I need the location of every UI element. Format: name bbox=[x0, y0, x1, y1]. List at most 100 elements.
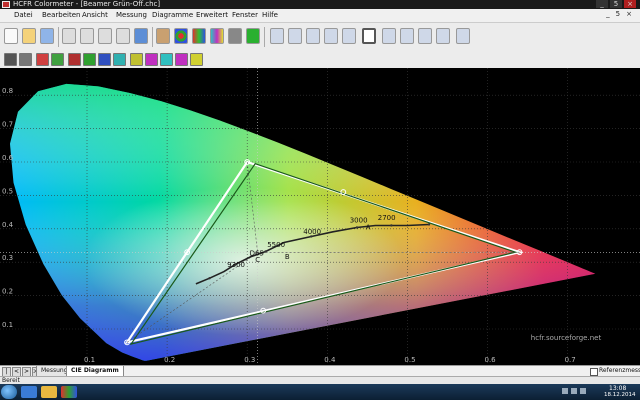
tray-volume-icon[interactable] bbox=[580, 388, 586, 394]
taskbar-explorer-icon[interactable] bbox=[41, 386, 57, 398]
clock-time: 13:08 bbox=[609, 385, 627, 392]
x-tick-label: 0.4 bbox=[324, 356, 336, 364]
primaries-icon[interactable] bbox=[192, 28, 206, 44]
menu-diagramme[interactable]: Diagramme bbox=[152, 9, 193, 22]
cut-icon[interactable] bbox=[62, 28, 76, 44]
x-tick-label: 0.5 bbox=[404, 356, 415, 364]
menu-bar: Datei Bearbeiten Ansicht Messung Diagram… bbox=[0, 9, 640, 23]
secondaries-icon[interactable] bbox=[210, 28, 224, 44]
clock-date: 18.12.2014 bbox=[604, 392, 636, 398]
cct-label: 9300 bbox=[227, 261, 245, 269]
mdi-restore-button[interactable]: 5 bbox=[616, 10, 620, 18]
taskbar-ie-icon[interactable] bbox=[21, 386, 37, 398]
pattern-icon-10[interactable] bbox=[145, 53, 158, 66]
chart-view-icon-8[interactable] bbox=[418, 28, 432, 44]
x-tick-label: 0.2 bbox=[164, 356, 175, 364]
cct-label: B bbox=[285, 253, 290, 261]
maximize-button[interactable]: 5 bbox=[610, 0, 622, 8]
mdi-minimize-button[interactable]: _ bbox=[606, 10, 610, 18]
planckian-point bbox=[390, 224, 393, 227]
open-folder-icon[interactable] bbox=[22, 28, 36, 44]
y-tick-label: 0.4 bbox=[2, 221, 14, 229]
planckian-point bbox=[208, 277, 211, 280]
main-toolbar bbox=[0, 23, 640, 52]
chart-view-icon-2[interactable] bbox=[288, 28, 302, 44]
menu-ansicht[interactable]: Ansicht bbox=[82, 9, 108, 22]
pattern-icon-9[interactable] bbox=[130, 53, 143, 66]
chart-view-icon-7[interactable] bbox=[400, 28, 414, 44]
pattern-icon-1[interactable] bbox=[4, 53, 17, 66]
x-tick-label: 0.7 bbox=[565, 356, 576, 364]
menu-hilfe[interactable]: Hilfe bbox=[262, 9, 278, 22]
toolbar-separator bbox=[264, 27, 265, 47]
undo-icon[interactable] bbox=[116, 28, 130, 44]
taskbar-hcfr-icon[interactable] bbox=[61, 386, 77, 398]
x-tick-label: 0.1 bbox=[84, 356, 95, 364]
menu-bearbeiten[interactable]: Bearbeiten bbox=[42, 9, 80, 22]
system-tray bbox=[562, 388, 586, 394]
title-bar: HCFR Colormeter - [Beamer Grün-Off.chc] … bbox=[0, 0, 640, 9]
toolbar-separator bbox=[152, 27, 153, 47]
windows-taskbar: 13:08 18.12.2014 bbox=[0, 384, 640, 400]
app-icon bbox=[2, 1, 10, 8]
y-tick-label: 0.8 bbox=[2, 87, 13, 95]
pattern-icon-4[interactable] bbox=[51, 53, 64, 66]
menu-fenster[interactable]: Fenster bbox=[232, 9, 258, 22]
pattern-icon-5[interactable] bbox=[68, 53, 81, 66]
cct-label: C bbox=[255, 256, 260, 264]
play-icon[interactable] bbox=[246, 28, 260, 44]
mdi-controls: _ 5 × bbox=[606, 10, 632, 18]
y-tick-label: 0.3 bbox=[2, 254, 13, 262]
tray-network-icon[interactable] bbox=[571, 388, 577, 394]
pattern-icon-11[interactable] bbox=[160, 53, 173, 66]
reference-checkbox[interactable] bbox=[590, 368, 598, 376]
chart-view-icon-1[interactable] bbox=[270, 28, 284, 44]
reference-label: Referenzmessung bbox=[599, 367, 640, 374]
cct-label: A bbox=[366, 223, 371, 231]
y-tick-label: 0.1 bbox=[2, 321, 13, 329]
mdi-close-button[interactable]: × bbox=[626, 10, 632, 18]
close-button[interactable]: × bbox=[624, 0, 636, 8]
save-icon[interactable] bbox=[40, 28, 54, 44]
x-tick-label: 0.3 bbox=[244, 356, 255, 364]
x-tick-label: 0.6 bbox=[485, 356, 497, 364]
chart-view-icon-3[interactable] bbox=[306, 28, 320, 44]
help-icon[interactable] bbox=[134, 28, 148, 44]
pattern-icon-2[interactable] bbox=[19, 53, 32, 66]
watermark-label: hcfr.sourceforge.net bbox=[531, 334, 602, 342]
minimize-button[interactable]: _ bbox=[596, 0, 608, 8]
copy-icon[interactable] bbox=[80, 28, 94, 44]
chart-view-icon-10[interactable] bbox=[456, 28, 470, 44]
chart-view-icon-4[interactable] bbox=[324, 28, 338, 44]
tray-flag-icon[interactable] bbox=[562, 388, 568, 394]
pattern-icon-6[interactable] bbox=[83, 53, 96, 66]
menu-datei[interactable]: Datei bbox=[14, 9, 33, 22]
planckian-point bbox=[355, 226, 359, 229]
measure-icon[interactable] bbox=[156, 28, 170, 44]
pattern-icon-12[interactable] bbox=[175, 53, 188, 66]
menu-erweitert[interactable]: Erweitert bbox=[196, 9, 228, 22]
new-document-icon[interactable] bbox=[4, 28, 18, 44]
pattern-icon-13[interactable] bbox=[190, 53, 203, 66]
chart-view-icon-5[interactable] bbox=[342, 28, 356, 44]
y-tick-label: 0.6 bbox=[2, 154, 14, 162]
y-tick-label: 0.7 bbox=[2, 121, 13, 129]
pattern-icon-8[interactable] bbox=[113, 53, 126, 66]
cie-diagram-view[interactable]: 0.1 0.2 0.3 0.4 0.5 0.6 0.7 0.1 0.2 0.3 0.4 0.5 0.6 0… bbox=[0, 68, 640, 365]
cct-label: 2700 bbox=[378, 214, 396, 222]
menu-messung[interactable]: Messung bbox=[116, 9, 147, 22]
y-tick-label: 0.2 bbox=[2, 288, 13, 296]
start-button[interactable] bbox=[1, 385, 17, 399]
cct-label: 5500 bbox=[267, 241, 285, 249]
chart-view-icon-9[interactable] bbox=[436, 28, 450, 44]
paste-icon[interactable] bbox=[98, 28, 112, 44]
y-tick-label: 0.5 bbox=[2, 187, 13, 195]
chart-view-icon-6[interactable] bbox=[382, 28, 396, 44]
pattern-icon-3[interactable] bbox=[36, 53, 49, 66]
rgb-measure-icon[interactable] bbox=[174, 28, 188, 44]
pattern-icon-7[interactable] bbox=[98, 53, 111, 66]
cie-chart-icon[interactable] bbox=[362, 28, 376, 44]
pattern-toolbar bbox=[0, 51, 640, 69]
camera-icon[interactable] bbox=[228, 28, 242, 44]
window-title: HCFR Colormeter - [Beamer Grün-Off.chc] bbox=[13, 0, 161, 8]
